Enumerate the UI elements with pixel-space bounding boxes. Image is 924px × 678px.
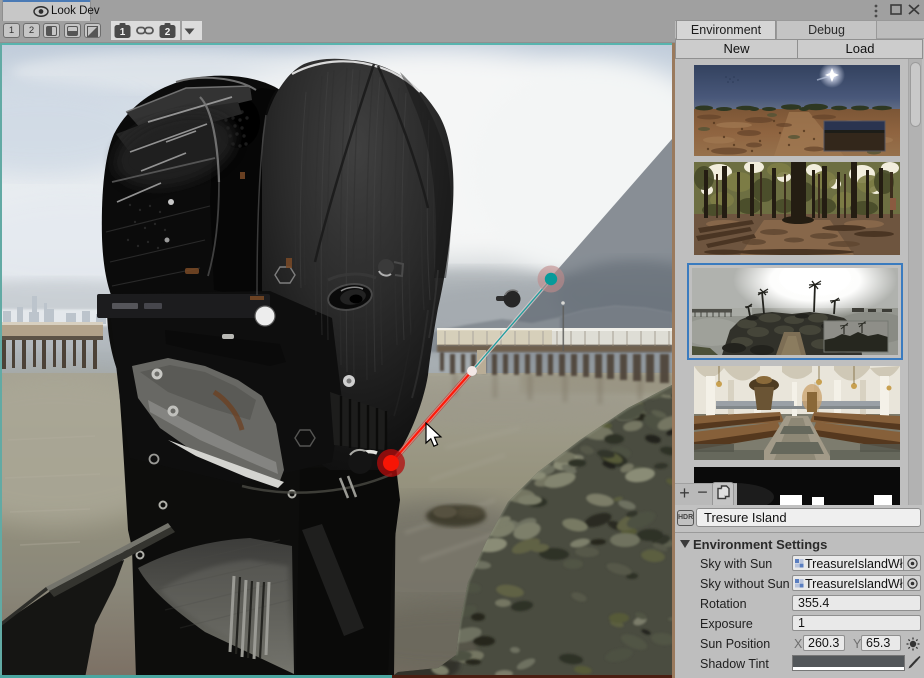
svg-text:1: 1 (120, 27, 126, 38)
svg-text:2: 2 (165, 27, 171, 38)
